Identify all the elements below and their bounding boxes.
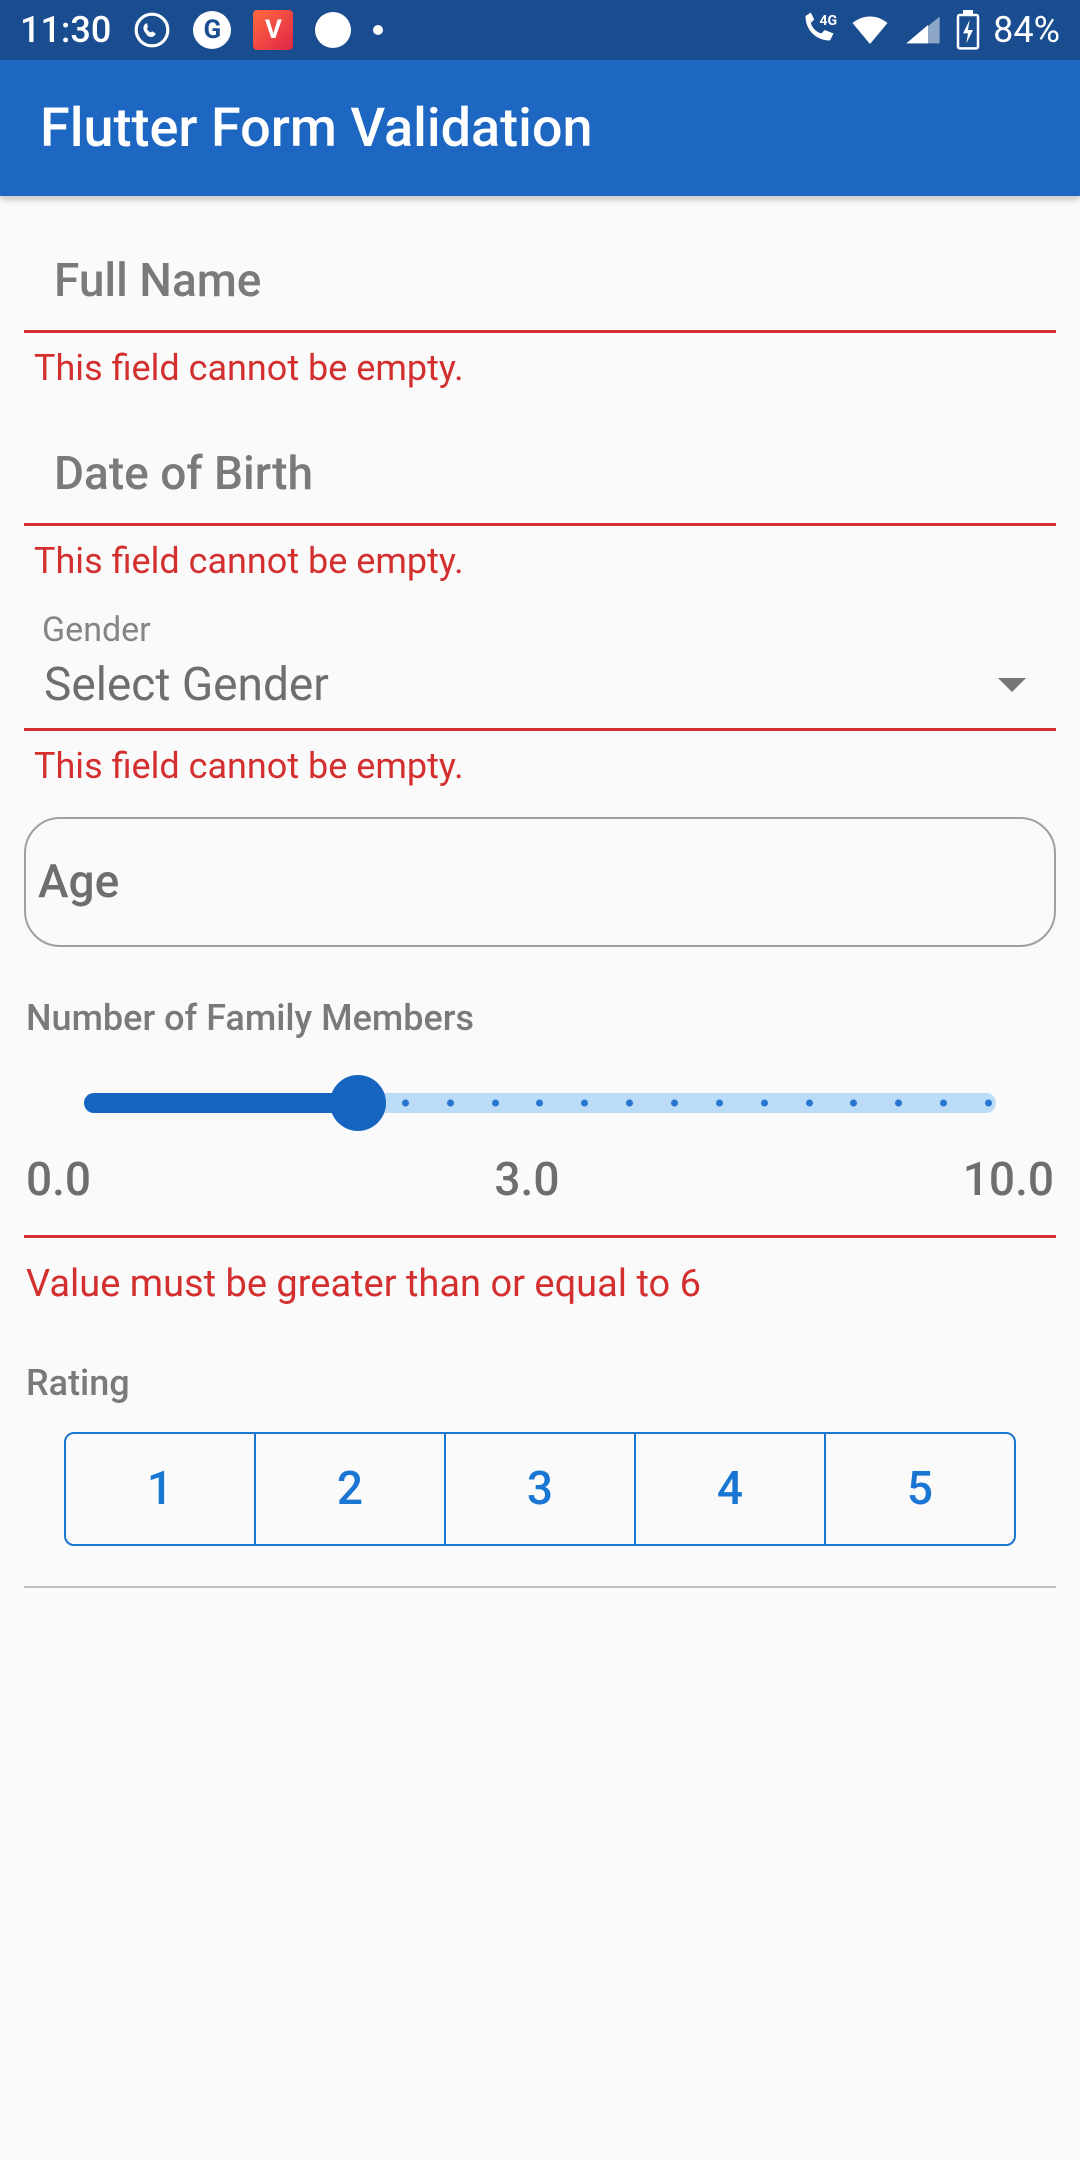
dob-placeholder: Date of Birth [24, 417, 1056, 523]
status-bar: 11:30 G V 4G 84% [0, 0, 1080, 60]
battery-charging-icon [955, 10, 981, 50]
slider-max-label: 10.0 [963, 1153, 1054, 1207]
gender-dropdown[interactable]: Gender Select Gender This field cannot b… [24, 610, 1056, 795]
dob-error: This field cannot be empty. [24, 526, 1056, 590]
slider-fill [84, 1093, 358, 1113]
wifi-icon [849, 12, 891, 48]
gender-error: This field cannot be empty. [24, 731, 1056, 795]
rating-label: Rating [24, 1362, 1056, 1412]
cellular-signal-icon [903, 12, 943, 48]
family-members-label: Number of Family Members [24, 997, 1056, 1047]
gender-label: Gender [24, 610, 1056, 658]
app-bar: Flutter Form Validation [0, 60, 1080, 196]
battery-percentage: 84% [993, 9, 1060, 51]
whatsapp-icon [133, 11, 171, 49]
v-app-icon: V [253, 10, 293, 50]
rating-option-5[interactable]: 5 [826, 1434, 1014, 1544]
full-name-placeholder: Full Name [24, 224, 1056, 330]
dob-field[interactable]: Date of Birth This field cannot be empty… [24, 417, 1056, 590]
age-placeholder: Age [36, 855, 119, 909]
chevron-down-icon [998, 678, 1026, 692]
slider-current-label: 3.0 [494, 1153, 559, 1207]
rating-option-1[interactable]: 1 [66, 1434, 256, 1544]
page-title: Flutter Form Validation [40, 97, 593, 160]
volte-icon: 4G [795, 12, 837, 48]
full-name-error: This field cannot be empty. [24, 333, 1056, 397]
rating-underline [24, 1586, 1056, 1588]
more-dot-icon [373, 25, 383, 35]
gender-placeholder: Select Gender [44, 658, 329, 712]
rating-option-2[interactable]: 2 [256, 1434, 446, 1544]
family-members-slider[interactable] [24, 1047, 1056, 1153]
grammarly-icon: G [193, 11, 231, 49]
full-name-field[interactable]: Full Name This field cannot be empty. [24, 224, 1056, 397]
svg-text:4G: 4G [820, 13, 838, 29]
rating-option-3[interactable]: 3 [446, 1434, 636, 1544]
notification-dot-icon [315, 12, 351, 48]
slider-min-label: 0.0 [26, 1153, 91, 1207]
slider-thumb[interactable] [330, 1075, 386, 1131]
rating-option-4[interactable]: 4 [636, 1434, 826, 1544]
form-container: Full Name This field cannot be empty. Da… [0, 196, 1080, 1616]
age-field[interactable]: Age [24, 817, 1056, 947]
rating-group: 1 2 3 4 5 [64, 1432, 1016, 1546]
family-error: Value must be greater than or equal to 6 [24, 1238, 1056, 1362]
status-time: 11:30 [20, 9, 111, 51]
